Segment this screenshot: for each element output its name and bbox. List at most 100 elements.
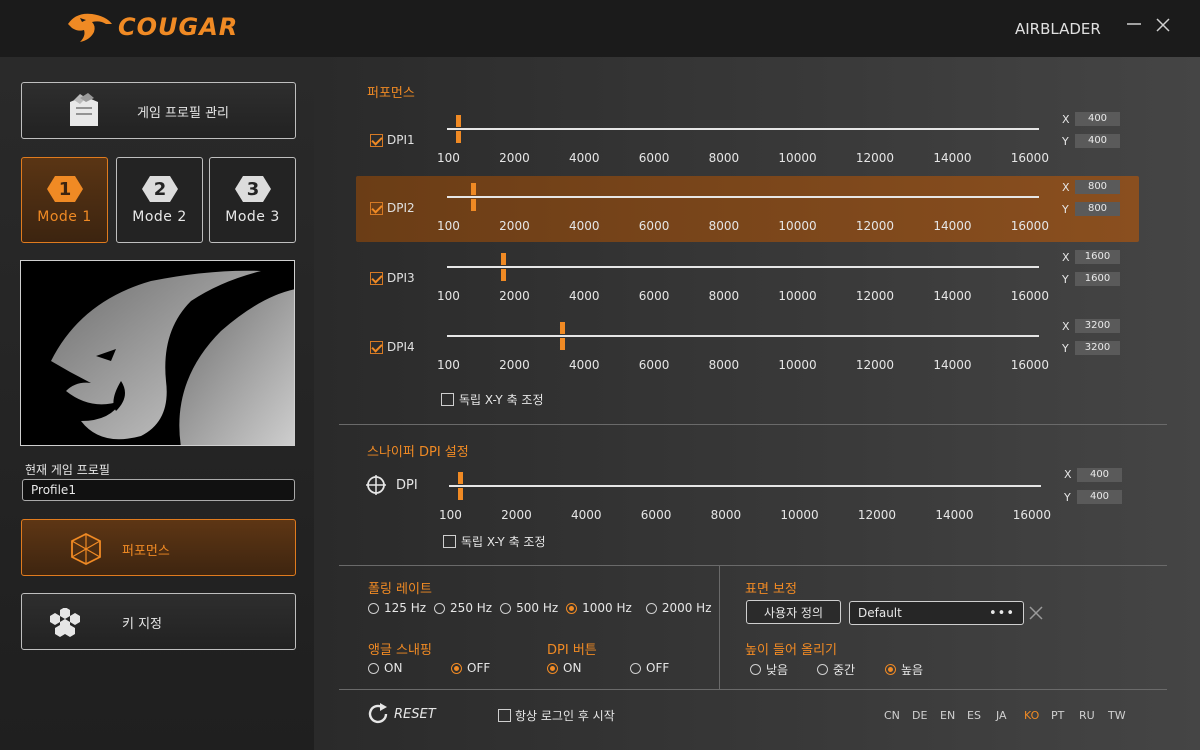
polling-500-radio[interactable]: 500 Hz xyxy=(500,601,558,615)
dpi2-slider-handle[interactable] xyxy=(471,183,477,211)
dpi-button-on-radio[interactable]: ON xyxy=(547,661,630,675)
dpi2-checkbox[interactable] xyxy=(370,202,383,215)
language-cn[interactable]: CN xyxy=(884,709,900,722)
autostart-checkbox[interactable] xyxy=(498,709,511,722)
dpi1-slider-track[interactable] xyxy=(447,128,1039,130)
sniper-dpi-tick-labels: 100 2000 4000 6000 8000 10000 12000 14000 16000 xyxy=(439,508,1051,522)
polling-250-radio[interactable]: 250 Hz xyxy=(434,601,492,615)
polling-2000-radio[interactable]: 2000 Hz xyxy=(645,601,712,615)
close-icon[interactable] xyxy=(1156,16,1170,37)
tick-label: 16000 xyxy=(1010,289,1049,303)
language-ru[interactable]: RU xyxy=(1079,709,1095,722)
dpi1-checkbox[interactable] xyxy=(370,134,383,147)
mode-2-button[interactable]: 2 Mode 2 xyxy=(116,157,203,243)
nav-performance-button[interactable]: 퍼포먼스 xyxy=(21,519,296,576)
language-pt[interactable]: PT xyxy=(1051,709,1064,722)
reset-button[interactable]: RESET xyxy=(366,702,436,726)
sniper-dpi-label: DPI xyxy=(396,478,418,493)
product-name: AIRBLADER xyxy=(1015,20,1101,38)
cougar-artwork xyxy=(21,261,294,445)
dpi3-y-value[interactable]: 1600 xyxy=(1075,272,1120,286)
tick-label: 2000 xyxy=(499,289,530,303)
reset-label: RESET xyxy=(394,706,436,722)
dpi4-x-label: X xyxy=(1062,320,1070,333)
dpi2-y-value[interactable]: 800 xyxy=(1075,202,1120,216)
dpi2-x-value[interactable]: 800 xyxy=(1075,180,1120,194)
sniper-dpi-track[interactable] xyxy=(449,485,1041,487)
independent-xy-checkbox[interactable] xyxy=(441,393,454,406)
sniper-x-value[interactable]: 400 xyxy=(1077,468,1122,482)
dpi3-slider-track[interactable] xyxy=(447,266,1039,268)
delete-icon[interactable] xyxy=(1029,606,1043,620)
dpi1-x-value[interactable]: 400 xyxy=(1075,112,1120,126)
dpi4-y-value[interactable]: 3200 xyxy=(1075,341,1120,355)
dpi3-x-value[interactable]: 1600 xyxy=(1075,250,1120,264)
angle-snapping-off-radio[interactable]: OFF xyxy=(451,661,490,675)
dpi3-slider-handle[interactable] xyxy=(500,253,506,281)
dpi-button-off-label: OFF xyxy=(646,661,670,675)
sniper-y-value[interactable]: 400 xyxy=(1077,490,1122,504)
polling-1000-radio[interactable]: 1000 Hz xyxy=(566,601,632,615)
dpi-button-off-radio[interactable]: OFF xyxy=(630,661,669,675)
tick-label: 4000 xyxy=(568,219,600,233)
language-ko[interactable]: KO xyxy=(1024,709,1039,722)
dpi2-label: DPI2 xyxy=(387,201,415,215)
polling-125-radio[interactable]: 125 Hz xyxy=(368,601,426,615)
surface-custom-button[interactable]: 사용자 정의 xyxy=(746,600,841,624)
lift-off-options: 낮음 중간 높음 xyxy=(750,661,923,678)
mode-3-button[interactable]: 3 Mode 3 xyxy=(209,157,296,243)
language-es[interactable]: ES xyxy=(967,709,981,722)
radio-dot xyxy=(547,662,558,674)
dpi-button-title: DPI 버튼 xyxy=(547,643,597,658)
tick-label: 16000 xyxy=(1010,219,1049,233)
minimize-icon[interactable] xyxy=(1126,16,1142,37)
tick-label: 10000 xyxy=(778,151,817,165)
tick-label: 6000 xyxy=(638,289,670,303)
lift-off-mid-radio[interactable]: 중간 xyxy=(817,661,885,678)
tick-label: 100 xyxy=(437,289,460,303)
dpi2-slider-tick-labels: 100 2000 4000 6000 8000 10000 12000 14000 16000 xyxy=(437,219,1049,233)
cougar-head-icon xyxy=(68,13,112,42)
brand-logo: COUGAR xyxy=(66,10,238,44)
nav-key-assign-button[interactable]: 키 지정 xyxy=(21,593,296,650)
profile-manage-button[interactable]: 게임 프로필 관리 xyxy=(21,82,296,139)
lift-off-low-radio[interactable]: 낮음 xyxy=(750,661,817,678)
angle-snapping-on-radio[interactable]: ON xyxy=(368,661,451,675)
tick-label: 10000 xyxy=(778,219,817,233)
polling-125-label: 125 Hz xyxy=(384,601,427,615)
language-ja[interactable]: JA xyxy=(996,709,1007,722)
dpi4-slider-track[interactable] xyxy=(447,335,1039,337)
mode-1-hex-icon: 1 xyxy=(46,176,83,202)
polling-500-label: 500 Hz xyxy=(516,601,559,615)
dpi4-slider-handle[interactable] xyxy=(560,322,566,350)
tick-label: 100 xyxy=(437,219,460,233)
lift-off-high-radio[interactable]: 높음 xyxy=(885,661,923,678)
sniper-independent-xy-checkbox[interactable] xyxy=(443,535,456,548)
dpi1-slider-handle[interactable] xyxy=(456,115,462,143)
tick-label: 8000 xyxy=(708,289,740,303)
radio-dot xyxy=(368,662,379,674)
current-profile-input[interactable] xyxy=(22,479,295,501)
dpi3-checkbox[interactable] xyxy=(370,272,383,285)
current-profile-label: 현재 게임 프로필 xyxy=(25,463,110,477)
dpi1-y-value[interactable]: 400 xyxy=(1075,134,1120,148)
sniper-y-label: Y xyxy=(1064,491,1071,504)
mode-1-button[interactable]: 1 Mode 1 xyxy=(21,157,108,243)
language-en[interactable]: EN xyxy=(940,709,955,722)
sniper-dpi-handle[interactable] xyxy=(458,472,464,500)
polling-rate-title: 폴링 레이트 xyxy=(368,582,432,597)
language-tw[interactable]: TW xyxy=(1108,709,1126,722)
radio-dot xyxy=(434,602,446,614)
tick-label: 2000 xyxy=(499,358,530,372)
dpi2-slider-track[interactable] xyxy=(447,196,1039,198)
tick-label: 10000 xyxy=(778,289,817,303)
dpi1-label: DPI1 xyxy=(387,133,415,147)
profile-manage-label: 게임 프로필 관리 xyxy=(137,106,229,121)
surface-preset-select[interactable]: Default ••• xyxy=(849,601,1024,625)
dpi4-checkbox[interactable] xyxy=(370,341,383,354)
more-icon[interactable]: ••• xyxy=(989,606,1015,621)
dpi4-x-value[interactable]: 3200 xyxy=(1075,319,1120,333)
surface-preset-value: Default xyxy=(858,606,902,620)
language-de[interactable]: DE xyxy=(912,709,927,722)
crosshair-icon xyxy=(366,475,386,495)
